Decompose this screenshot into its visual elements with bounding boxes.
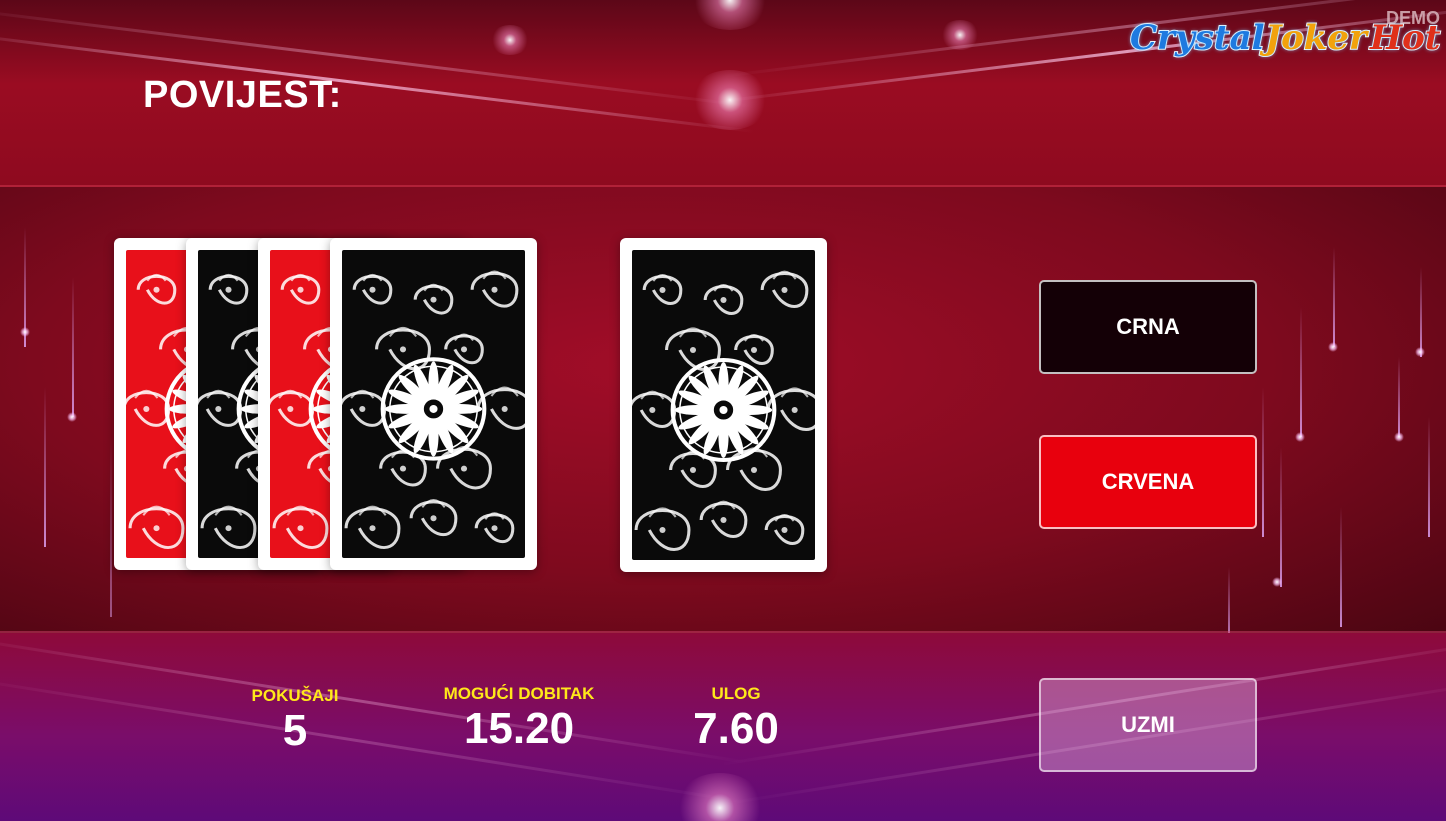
attempts-label: POKUŠAJI (251, 686, 339, 705)
light-stripe (0, 673, 751, 805)
sparkle (1415, 347, 1425, 357)
sparkle (1272, 577, 1282, 587)
light-streak (1262, 387, 1264, 537)
attempts-value: 5 (282, 706, 308, 755)
current-card-back (620, 238, 827, 572)
light-stripe (0, 30, 755, 133)
light-streak (110, 437, 112, 617)
game-screen: POVIJEST: DEMO Crystal Joker Hot CRNA CR… (0, 0, 1446, 821)
light-stripe (0, 5, 755, 108)
logo-word-joker: Joker (1264, 17, 1368, 59)
take-button[interactable]: UZMI (1039, 678, 1257, 772)
logo-word-crystal: Crystal (1129, 17, 1266, 59)
game-logo: Crystal Joker Hot (1129, 17, 1442, 66)
sparkle (1295, 432, 1305, 442)
logo-word-hot: Hot (1369, 17, 1442, 59)
card-back-pattern (632, 250, 815, 560)
card-back-pattern (342, 250, 525, 558)
sparkle (67, 412, 77, 422)
light-flare (940, 20, 980, 50)
light-streak (1398, 357, 1400, 437)
possible-win-stat: MOGUĆI DOBITAK 15.20 (424, 684, 614, 754)
possible-win-value: 15.20 (463, 704, 575, 753)
light-streak (1420, 267, 1422, 357)
light-streak (44, 387, 46, 547)
light-streak (1428, 417, 1430, 537)
red-button[interactable]: CRVENA (1039, 435, 1257, 529)
sparkle (1328, 342, 1338, 352)
stake-stat: ULOG 7.60 (666, 684, 806, 754)
history-card-black (330, 238, 537, 570)
history-title: POVIJEST: (143, 74, 342, 116)
black-button[interactable]: CRNA (1039, 280, 1257, 374)
sparkle (20, 327, 30, 337)
light-streak (1228, 567, 1230, 633)
light-flare (690, 70, 770, 130)
sparkle (1394, 432, 1404, 442)
light-streak (72, 277, 74, 417)
stake-label: ULOG (711, 684, 761, 703)
light-streak (1280, 447, 1282, 587)
light-flare (490, 25, 530, 55)
light-streak (1340, 507, 1342, 627)
light-streak (1300, 307, 1302, 437)
light-streak (1333, 247, 1335, 347)
light-flare (690, 0, 770, 30)
light-flare (675, 773, 765, 821)
possible-win-label: MOGUĆI DOBITAK (443, 684, 595, 703)
stake-value: 7.60 (693, 704, 779, 753)
attempts-stat: POKUŠAJI 5 (225, 686, 365, 756)
